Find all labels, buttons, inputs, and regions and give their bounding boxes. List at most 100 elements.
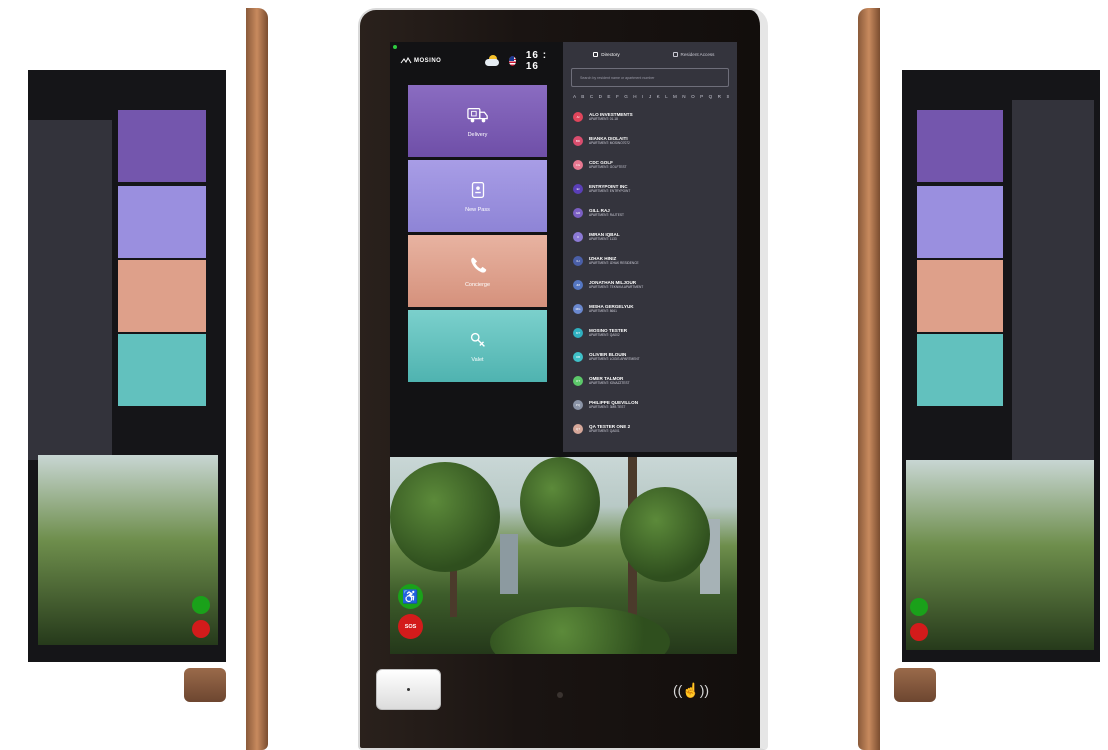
resident-info: IZHAK HINIZ APARTMENT: IZHAK RESIDENCE [589, 256, 639, 265]
tree [620, 487, 710, 582]
id-pass-icon [465, 179, 491, 201]
directory-entry[interactable]: BD BIANKA DIOLAITI APARTMENT: MOSINO7072 [563, 129, 737, 153]
directory-entry[interactable]: IH IZHAK HINIZ APARTMENT: IZHAK RESIDENCE [563, 249, 737, 273]
directory-entry[interactable]: AI ALO INVESTMENTS APARTMENT: 01-18 [563, 105, 737, 129]
logo-icon [400, 57, 412, 64]
angled-tile-delivery [917, 110, 1003, 182]
resident-apartment: APARTMENT: GOLFTEST [589, 164, 627, 169]
directory-entry[interactable]: II IMRAN IQBAL APARTMENT: 1133 [563, 225, 737, 249]
resident-info: ENTRYPOINT INC APARTMENT: ENTRYPOINT [589, 184, 630, 193]
directory-entry[interactable]: MG MISHA GERGELYUK APARTMENT: 8661 [563, 297, 737, 321]
kiosk-left-screen [28, 70, 226, 662]
kiosk-bronze-edge [246, 8, 268, 750]
alphabet-index[interactable]: A B C D E F G H I J K L M N O P Q R S T … [573, 94, 729, 99]
directory-entry[interactable]: EI ENTRYPOINT INC APARTMENT: ENTRYPOINT [563, 177, 737, 201]
service-tiles: Delivery New Pass Concierge Valet [408, 85, 547, 385]
resident-apartment: APARTMENT: MOSINO7072 [589, 140, 630, 145]
mirrored-tile-concierge [118, 260, 206, 332]
mirrored-directory-panel [28, 120, 112, 460]
mirrored-sos-button [192, 620, 210, 638]
directory-entry[interactable]: OT OMER TALMOR APARTMENT: IGNAZZTEST [563, 369, 737, 393]
product-render: MOSINO 16 : 16 Delivery New Pass Concier… [0, 0, 1108, 750]
resident-apartment: APARTMENT: 3MB TEST [589, 404, 626, 409]
sos-button[interactable]: SOS [398, 614, 423, 639]
directory-entry[interactable]: CG CDC GOLF APARTMENT: GOLFTEST [563, 153, 737, 177]
angled-directory-panel [1012, 100, 1094, 460]
kiosk-right-screen [902, 70, 1100, 662]
mirrored-lobby-photo [38, 455, 218, 645]
angled-lobby-photo [906, 460, 1094, 650]
directory-entry[interactable]: PQ PHILIPPE QUEVILLON APARTMENT: 3MB TEST [563, 393, 737, 417]
wheelchair-icon: ♿ [402, 588, 419, 604]
resident-apartment: APARTMENT: 01-18 [589, 116, 618, 121]
resident-info: OLIVIER BLOUIN APARTMENT: LOGIS APARTMENT [589, 352, 640, 361]
accessibility-button[interactable]: ♿ [398, 584, 423, 609]
nfc-reader-icon[interactable]: ((☝)) [668, 676, 714, 704]
mirrored-tile-delivery [118, 110, 206, 182]
angled-tile-concierge [917, 260, 1003, 332]
tab-resident-access[interactable]: Resident Access [650, 52, 737, 57]
resident-avatar: GR [573, 208, 583, 218]
us-flag-icon[interactable] [508, 56, 516, 66]
phone-icon [465, 254, 491, 276]
resident-info: MOSINO TESTER APARTMENT: QA002 [589, 328, 627, 337]
delivery-button[interactable]: Delivery [408, 85, 547, 157]
resident-apartment: APARTMENT: 8661 [589, 308, 617, 313]
resident-apartment: APARTMENT: 1133 [589, 236, 617, 241]
resident-info: MISHA GERGELYUK APARTMENT: 8661 [589, 304, 634, 313]
resident-info: QA TESTER ONE 2 APARTMENT: QA001 [589, 424, 630, 433]
directory-entry[interactable]: GR GILL RAJ APARTMENT: RAJTEST [563, 201, 737, 225]
valet-label: Valet [471, 357, 484, 363]
delivery-truck-icon [465, 104, 491, 126]
brand-name: MOSINO [414, 58, 442, 64]
resident-apartment: APARTMENT: IZHAK RESIDENCE [589, 260, 639, 265]
resident-apartment: APARTMENT: LOGIS APARTMENT [589, 356, 640, 361]
sos-label: SOS [404, 623, 417, 630]
panel-tabs: Directory Resident Access [563, 42, 737, 67]
resident-apartment: APARTMENT: QA001 [589, 428, 620, 433]
building [500, 534, 518, 594]
directory-entry[interactable]: QT QA TESTER ONE 2 APARTMENT: QA001 [563, 417, 737, 441]
kiosk-right-view [858, 8, 1108, 750]
new-pass-label: New Pass [465, 207, 490, 213]
kiosk-screen: MOSINO 16 : 16 Delivery New Pass Concier… [390, 42, 737, 654]
new-pass-button[interactable]: New Pass [408, 160, 547, 232]
resident-info: IMRAN IQBAL APARTMENT: 1133 [589, 232, 620, 241]
angled-accessibility-button [910, 598, 928, 616]
camera-lens [557, 692, 563, 698]
directory-entry[interactable]: JM JONATHAN MILJOUR APARTMENT: TEKNIKA APA… [563, 273, 737, 297]
resident-info: BIANKA DIOLAITI APARTMENT: MOSINO7072 [589, 136, 630, 145]
concierge-label: Concierge [464, 282, 491, 288]
resident-apartment: APARTMENT: QA002 [589, 332, 620, 337]
angled-tile-valet [917, 334, 1003, 406]
resident-avatar: JM [573, 280, 583, 290]
resident-apartment: APARTMENT: ENTRYPOINT [589, 188, 631, 193]
resident-avatar: AI [573, 112, 583, 122]
resident-info: CDC GOLF APARTMENT: GOLFTEST [589, 160, 627, 169]
resident-avatar: MG [573, 304, 583, 314]
directory-entry[interactable]: MT MOSINO TESTER APARTMENT: QA002 [563, 321, 737, 345]
kiosk-left-view [8, 8, 268, 750]
tree [390, 462, 500, 572]
directory-panel: Directory Resident Access Search by resi… [563, 42, 737, 452]
weather-icon [485, 55, 500, 67]
concierge-button[interactable]: Concierge [408, 235, 547, 307]
angled-sos-button [910, 623, 928, 641]
resident-info: OMER TALMOR APARTMENT: IGNAZZTEST [589, 376, 630, 385]
resident-info: PHILIPPE QUEVILLON APARTMENT: 3MB TEST [589, 400, 638, 409]
valet-button[interactable]: Valet [408, 310, 547, 382]
resident-avatar: PQ [573, 400, 583, 410]
book-icon [593, 52, 599, 57]
mirrored-accessibility-button [192, 596, 210, 614]
delivery-label: Delivery [467, 132, 488, 138]
tab-resident-access-label: Resident Access [680, 52, 715, 57]
grid-icon [672, 52, 678, 57]
resident-apartment: APARTMENT: RAJTEST [589, 212, 624, 217]
search-input[interactable]: Search by resident name or apartment num… [571, 68, 729, 87]
resident-avatar: II [573, 232, 583, 242]
directory-entry[interactable]: OB OLIVIER BLOUIN APARTMENT: LOGIS APARTME… [563, 345, 737, 369]
shrub [490, 607, 670, 654]
directory-list: AI ALO INVESTMENTS APARTMENT: 01-18 BD BIANK… [563, 105, 737, 441]
resident-avatar: MT [573, 328, 583, 338]
tab-directory[interactable]: Directory [563, 52, 650, 57]
